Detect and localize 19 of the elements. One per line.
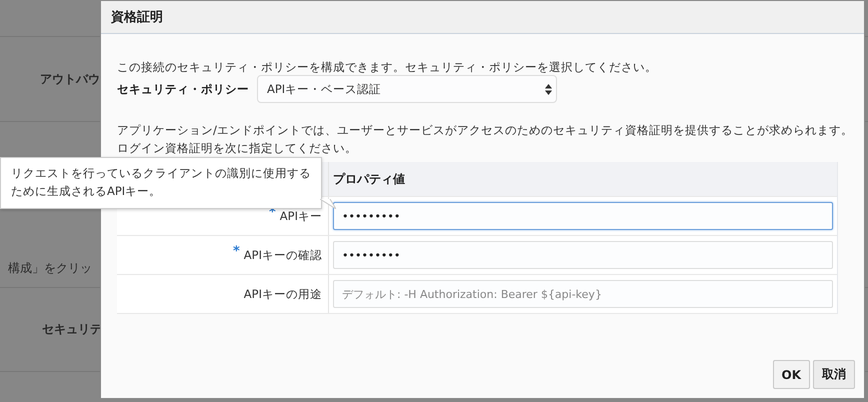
intro-text: この接続のセキュリティ・ポリシーを構成できます。セキュリティ・ポリシーを選択してください。 [117, 59, 658, 76]
updown-icon [545, 84, 552, 94]
dialog-title: 資格証明 [111, 9, 163, 26]
column-header: プロパティ値 [333, 170, 405, 188]
input-field[interactable]: ••••••••• [333, 241, 833, 269]
cancel-button[interactable]: 取消 [813, 360, 855, 389]
input-field[interactable]: デフォルト: -H Authorization: Bearer ${api-key} [333, 280, 833, 308]
field-label: APIキーの用途 [244, 286, 322, 302]
background-label: 構成」をクリッ [8, 260, 92, 277]
input-field[interactable]: ••••••••• [333, 202, 833, 230]
ok-button[interactable]: OK [772, 360, 810, 389]
policy-select[interactable]: APIキー・ベース認証 [257, 75, 557, 103]
policy-label: セキュリティ・ポリシー [117, 82, 249, 96]
field-label: APIキー [280, 208, 322, 224]
background-label: アウトバウ [40, 70, 100, 88]
tooltip-text: リクエストを行っているクライアントの識別に使用するために生成されるAPIキー。 [11, 165, 311, 200]
field-label: APIキーの確認 [244, 248, 322, 262]
description-text: アプリケーション/エンドポイントでは、ユーザーとサービスがアクセスのためのセキュリティ資格証明を提供することが求められます。ログイン資格証明を次に指定してください。 [117, 122, 854, 157]
required-mark: * [232, 244, 240, 259]
